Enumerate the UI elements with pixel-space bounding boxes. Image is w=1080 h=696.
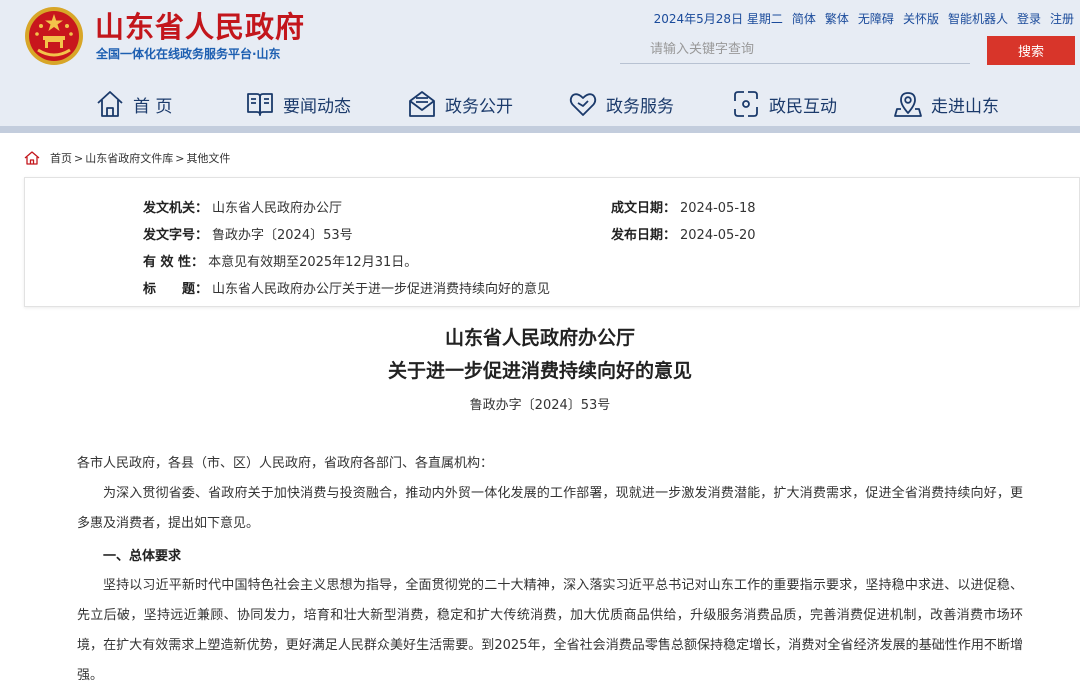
title-value: 山东省人民政府办公厅关于进一步促进消费持续向好的意见 <box>212 282 551 297</box>
heart-icon <box>569 93 597 116</box>
current-date: 2024年5月28日 星期二 <box>653 12 783 26</box>
nav-interaction[interactable]: 政民互动 <box>731 84 837 124</box>
title-label: 标 题： <box>143 282 209 297</box>
article-salutation: 各市人民政府，各县（市、区）人民政府，省政府各部门、各直属机构： <box>77 456 494 471</box>
validity-value: 本意见有效期至2025年12月31日。 <box>208 255 418 270</box>
issuer-value: 山东省人民政府办公厅 <box>212 201 343 216</box>
info-created-date: 成文日期： 2024-05-18 <box>611 197 756 216</box>
national-emblem-icon <box>25 7 83 65</box>
article-title-line-2: 关于进一步促进消费持续向好的意见 <box>387 360 692 382</box>
nav-gov-affairs[interactable]: 政务公开 <box>407 84 513 124</box>
book-icon <box>247 93 273 116</box>
article-doc-number: 鲁政办字〔2024〕53号 <box>469 398 611 413</box>
mail-icon <box>409 91 435 117</box>
link-simplified[interactable]: 简体 <box>792 10 816 27</box>
section-body: 坚持以习近平新时代中国特色社会主义思想为指导，全面贯彻党的二十大精神，深入落实习… <box>77 578 1023 683</box>
nav-about-shandong[interactable]: 走进山东 <box>893 84 999 124</box>
nav-gov-services[interactable]: 政务服务 <box>568 84 674 124</box>
article-title-line-1: 山东省人民政府办公厅 <box>444 327 635 349</box>
issuer-label: 发文机关： <box>143 201 209 216</box>
link-care-mode[interactable]: 关怀版 <box>903 10 939 27</box>
validity-label: 有 效 性： <box>143 255 205 270</box>
top-links: 2024年5月28日 星期二 简体 繁体 无障碍 关怀版 智能机器人 登录 注册 <box>654 10 1074 27</box>
info-issuer: 发文机关： 山东省人民政府办公厅 <box>143 197 342 216</box>
exchange-icon <box>734 91 758 117</box>
section-heading: 一、总体要求 <box>103 549 182 564</box>
info-title: 标 题： 山东省人民政府办公厅关于进一步促进消费持续向好的意见 <box>143 278 550 297</box>
info-published-date: 发布日期： 2024-05-20 <box>611 224 756 243</box>
article-intro: 为深入贯彻省委、省政府关于加快消费与投资融合，推动内外贸一体化发展的工作部署，现… <box>77 486 1023 531</box>
breadcrumb-home[interactable]: 首页 <box>50 150 72 166</box>
link-accessibility[interactable]: 无障碍 <box>858 10 894 27</box>
created-date-label: 成文日期： <box>611 201 677 216</box>
header-divider <box>0 126 1080 133</box>
created-date-value: 2024-05-18 <box>680 201 756 216</box>
location-icon <box>894 92 922 117</box>
site-title[interactable]: 山东省人民政府 <box>95 4 305 46</box>
info-validity: 有 效 性： 本意见有效期至2025年12月31日。 <box>143 251 417 270</box>
nav-label: 走进山东 <box>931 96 999 117</box>
breadcrumb-separator: > <box>175 151 185 165</box>
nav-label: 政务服务 <box>606 96 674 117</box>
search-button[interactable]: 搜索 <box>987 36 1075 65</box>
nav-news[interactable]: 要闻动态 <box>245 84 351 124</box>
nav-label: 政务公开 <box>445 96 513 117</box>
info-doc-number: 发文字号： 鲁政办字〔2024〕53号 <box>143 224 353 243</box>
home-icon <box>97 91 123 117</box>
link-chatbot[interactable]: 智能机器人 <box>948 10 1008 27</box>
link-traditional[interactable]: 繁体 <box>825 10 849 27</box>
document-info-box: 发文机关： 山东省人民政府办公厅 发文字号： 鲁政办字〔2024〕53号 有 效 性… <box>24 177 1080 307</box>
site-header: 山东省人民政府 全国一体化在线政务服务平台·山东 2024年5月28日 星期二 … <box>0 0 1080 126</box>
register-link[interactable]: 注册 <box>1050 10 1074 27</box>
nav-home[interactable]: 首 页 <box>95 84 172 124</box>
site-subtitle: 全国一体化在线政务服务平台·山东 <box>96 47 281 61</box>
doc-number-label: 发文字号： <box>143 228 209 243</box>
home-icon[interactable] <box>24 151 40 165</box>
login-link[interactable]: 登录 <box>1017 10 1041 27</box>
nav-label: 要闻动态 <box>283 96 351 117</box>
published-date-label: 发布日期： <box>611 228 677 243</box>
main-nav: 首 页 要闻动态 政务公开 政务服务 政民互动 走进山东 <box>0 84 1080 124</box>
published-date-value: 2024-05-20 <box>680 228 756 243</box>
nav-label: 政民互动 <box>769 96 837 117</box>
breadcrumb: 首页 > 山东省政府文件库 > 其他文件 <box>24 150 230 166</box>
breadcrumb-separator: > <box>74 151 84 165</box>
nav-label: 首 页 <box>133 96 173 117</box>
breadcrumb-other-files[interactable]: 其他文件 <box>186 150 230 166</box>
search-input[interactable] <box>620 36 970 64</box>
breadcrumb-file-library[interactable]: 山东省政府文件库 <box>85 150 173 166</box>
doc-number-value: 鲁政办字〔2024〕53号 <box>212 228 353 243</box>
